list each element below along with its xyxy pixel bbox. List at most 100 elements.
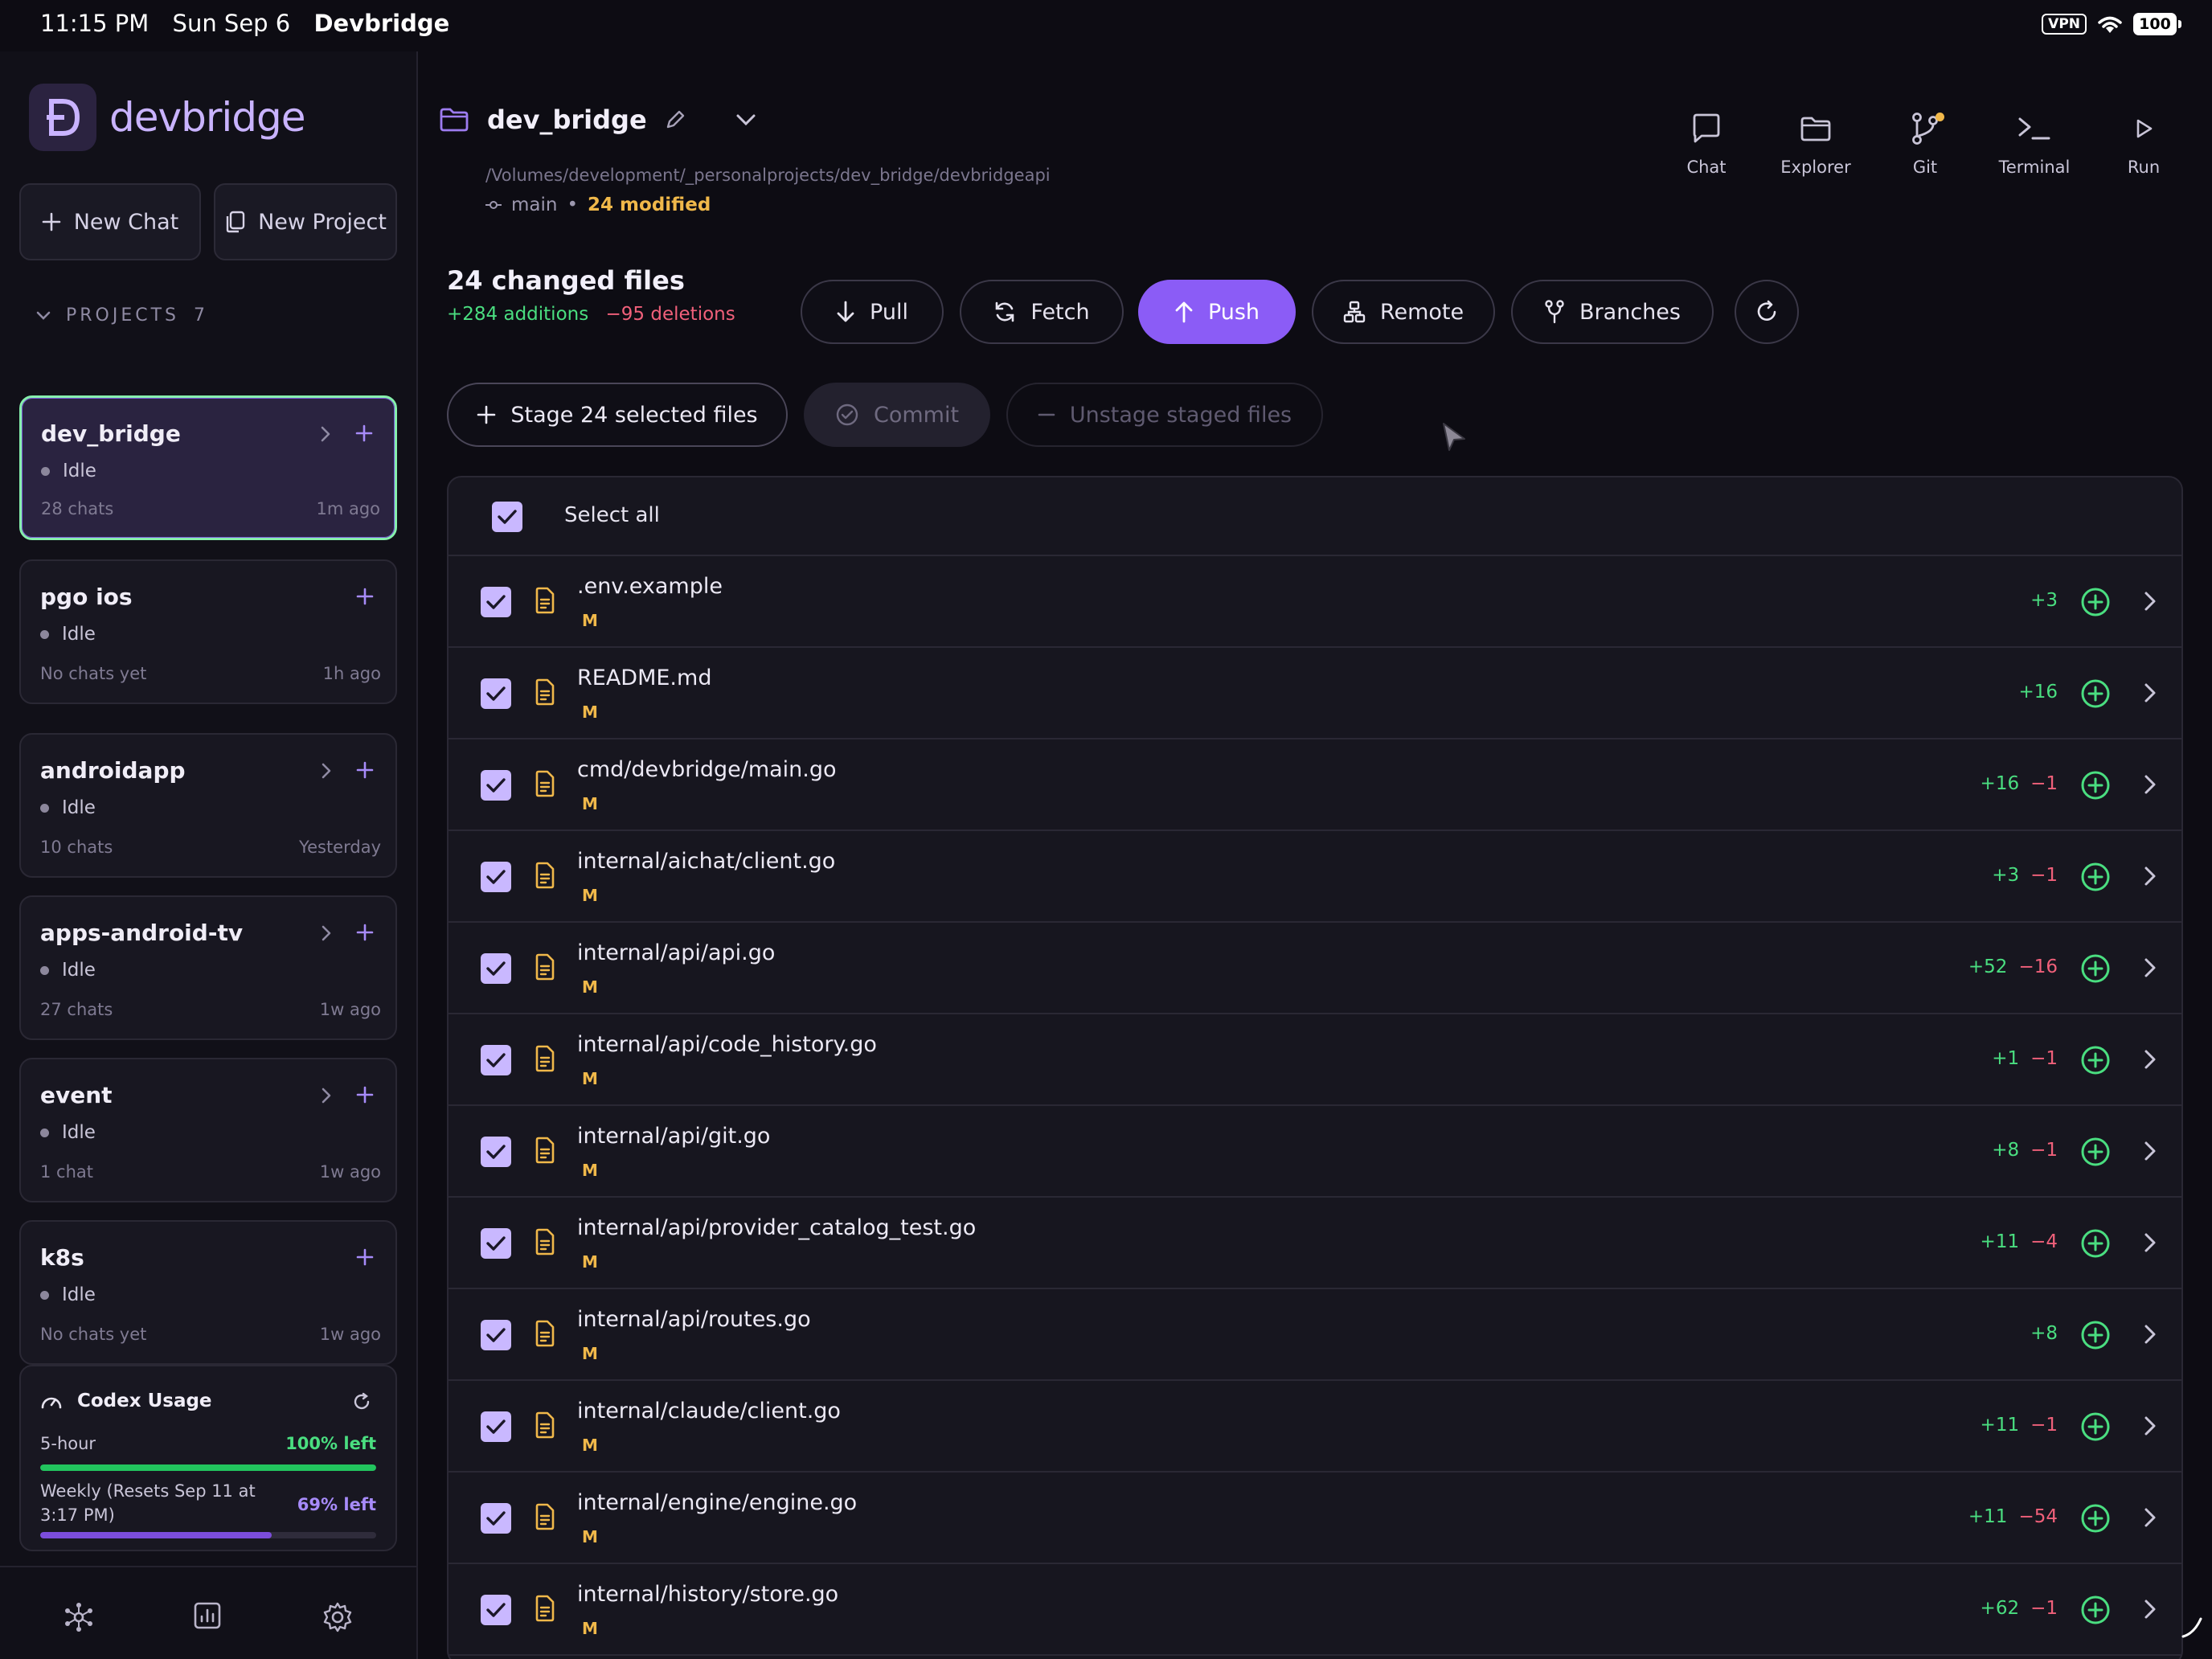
new-project-button[interactable]: New Project — [214, 183, 397, 260]
file-row[interactable]: internal/api/provider_catalog_test.go M +1… — [449, 1198, 2181, 1289]
chevron-right-icon[interactable] — [2143, 682, 2157, 704]
chevron-right-icon[interactable] — [319, 425, 332, 443]
file-row[interactable]: internal/api/git.go M +8 −1 — [449, 1106, 2181, 1198]
file-checkbox[interactable] — [481, 1228, 511, 1259]
toolbar-run-button[interactable]: Run — [2091, 108, 2196, 177]
file-row[interactable]: internal/engine/engine.go M +11 −54 — [449, 1473, 2181, 1564]
file-row[interactable]: .env.example M +3 — [449, 556, 2181, 648]
analytics-icon[interactable] — [193, 1601, 222, 1630]
select-all-checkbox[interactable] — [492, 502, 522, 532]
toolbar-chat-button[interactable]: Chat — [1654, 108, 1759, 177]
project-card[interactable]: apps-android-tv Idle 27 chats 1w ago — [19, 895, 397, 1040]
chevron-right-icon[interactable] — [2143, 865, 2157, 887]
chevron-right-icon[interactable] — [320, 1087, 333, 1104]
refresh-button[interactable] — [1735, 280, 1799, 344]
toolbar-explorer-button[interactable]: Explorer — [1763, 108, 1868, 177]
add-chat-icon[interactable] — [355, 923, 375, 942]
stage-files-button[interactable]: Stage 24 selected files — [447, 383, 788, 447]
stage-file-plus-icon[interactable] — [2080, 1137, 2111, 1167]
project-card[interactable]: event Idle 1 chat 1w ago — [19, 1058, 397, 1202]
remote-button[interactable]: Remote — [1312, 280, 1495, 344]
add-chat-icon[interactable] — [354, 424, 374, 443]
file-checkbox[interactable] — [481, 1503, 511, 1534]
file-icon — [534, 862, 556, 889]
projects-header[interactable]: PROJECTS 7 — [35, 305, 208, 326]
file-row[interactable]: cmd/devbridge/main.go M +16 −1 — [449, 739, 2181, 831]
five-hour-bar — [40, 1464, 376, 1471]
file-path: cmd/devbridge/main.go — [577, 757, 837, 782]
file-checkbox[interactable] — [481, 1045, 511, 1075]
add-chat-icon[interactable] — [355, 1085, 375, 1104]
chevron-right-icon[interactable] — [2143, 956, 2157, 979]
fetch-button[interactable]: Fetch — [960, 280, 1124, 344]
chevron-right-icon[interactable] — [2143, 1598, 2157, 1620]
file-row[interactable]: internal/api/routes.go M +8 — [449, 1289, 2181, 1381]
file-checkbox[interactable] — [481, 1595, 511, 1625]
stage-file-plus-icon[interactable] — [2080, 1228, 2111, 1259]
file-row[interactable]: internal/api/code_history.go M +1 −1 — [449, 1014, 2181, 1106]
file-checkbox[interactable] — [481, 678, 511, 709]
file-checkbox[interactable] — [481, 587, 511, 617]
stylus-indicator-icon — [2180, 1616, 2204, 1640]
file-checkbox[interactable] — [481, 1137, 511, 1167]
file-row[interactable]: README.md M +16 — [449, 648, 2181, 739]
refresh-icon[interactable] — [352, 1392, 371, 1411]
chevron-right-icon[interactable] — [2143, 1140, 2157, 1162]
file-status-badge: M — [582, 886, 598, 905]
chevron-right-icon[interactable] — [2143, 1323, 2157, 1346]
project-card[interactable]: androidapp Idle 10 chats Yesterday — [19, 733, 397, 878]
file-status-badge: M — [582, 1344, 598, 1363]
branches-button[interactable]: Branches — [1511, 280, 1714, 344]
file-checkbox[interactable] — [481, 1411, 511, 1442]
file-checkbox[interactable] — [481, 770, 511, 801]
add-chat-icon[interactable] — [355, 587, 375, 606]
chevron-right-icon[interactable] — [2143, 1231, 2157, 1254]
pull-button[interactable]: Pull — [801, 280, 944, 344]
commit-button[interactable]: Commit — [804, 383, 990, 447]
toolbar-git-button[interactable]: Git — [1873, 108, 1977, 177]
chevron-right-icon[interactable] — [2143, 1048, 2157, 1071]
chevron-right-icon[interactable] — [320, 924, 333, 942]
stage-file-plus-icon[interactable] — [2080, 587, 2111, 617]
stage-file-plus-icon[interactable] — [2080, 1595, 2111, 1625]
unstage-button[interactable]: Unstage staged files — [1006, 383, 1323, 447]
chevron-right-icon[interactable] — [2143, 1415, 2157, 1437]
stage-file-plus-icon[interactable] — [2080, 953, 2111, 984]
add-chat-icon[interactable] — [355, 1247, 375, 1267]
stage-file-plus-icon[interactable] — [2080, 1320, 2111, 1350]
chevron-down-icon[interactable] — [735, 113, 756, 126]
project-status-text: Idle — [62, 624, 96, 645]
file-checkbox[interactable] — [481, 953, 511, 984]
chevron-right-icon[interactable] — [2143, 590, 2157, 612]
add-chat-icon[interactable] — [355, 760, 375, 780]
select-all-row[interactable]: Select all — [449, 477, 2181, 556]
file-checkbox[interactable] — [481, 1320, 511, 1350]
network-icon[interactable] — [63, 1601, 95, 1633]
chevron-right-icon[interactable] — [2143, 1506, 2157, 1529]
stage-file-plus-icon[interactable] — [2080, 862, 2111, 892]
file-diff-stats: +8 −1 — [1992, 1140, 2058, 1161]
new-chat-button[interactable]: New Chat — [19, 183, 201, 260]
chevron-right-icon[interactable] — [320, 762, 333, 780]
file-row[interactable]: internal/api/api.go M +52 −16 — [449, 923, 2181, 1014]
file-row[interactable]: internal/aichat/client.go M +3 −1 — [449, 831, 2181, 923]
file-row[interactable]: internal/claude/client.go M +11 −1 — [449, 1381, 2181, 1473]
stage-file-plus-icon[interactable] — [2080, 770, 2111, 801]
stage-file-plus-icon[interactable] — [2080, 1045, 2111, 1075]
file-checkbox[interactable] — [481, 862, 511, 892]
project-card[interactable]: dev_bridge Idle 28 chats 1m ago — [19, 395, 397, 540]
file-deletions: −1 — [2030, 1415, 2058, 1436]
file-row[interactable]: internal/history/store.go M +62 −1 — [449, 1564, 2181, 1656]
settings-icon[interactable] — [322, 1601, 354, 1633]
project-card[interactable]: pgo ios Idle No chats yet 1h ago — [19, 559, 397, 704]
stage-file-plus-icon[interactable] — [2080, 1503, 2111, 1534]
file-status-badge: M — [582, 1252, 598, 1272]
project-card[interactable]: k8s Idle No chats yet 1w ago — [19, 1220, 397, 1365]
stage-file-plus-icon[interactable] — [2080, 678, 2111, 709]
stage-file-plus-icon[interactable] — [2080, 1411, 2111, 1442]
toolbar-terminal-button[interactable]: Terminal — [1982, 108, 2087, 177]
push-button[interactable]: Push — [1138, 280, 1296, 344]
chevron-right-icon[interactable] — [2143, 773, 2157, 796]
project-chats: 27 chats — [40, 1000, 113, 1019]
pencil-icon[interactable] — [665, 109, 686, 130]
